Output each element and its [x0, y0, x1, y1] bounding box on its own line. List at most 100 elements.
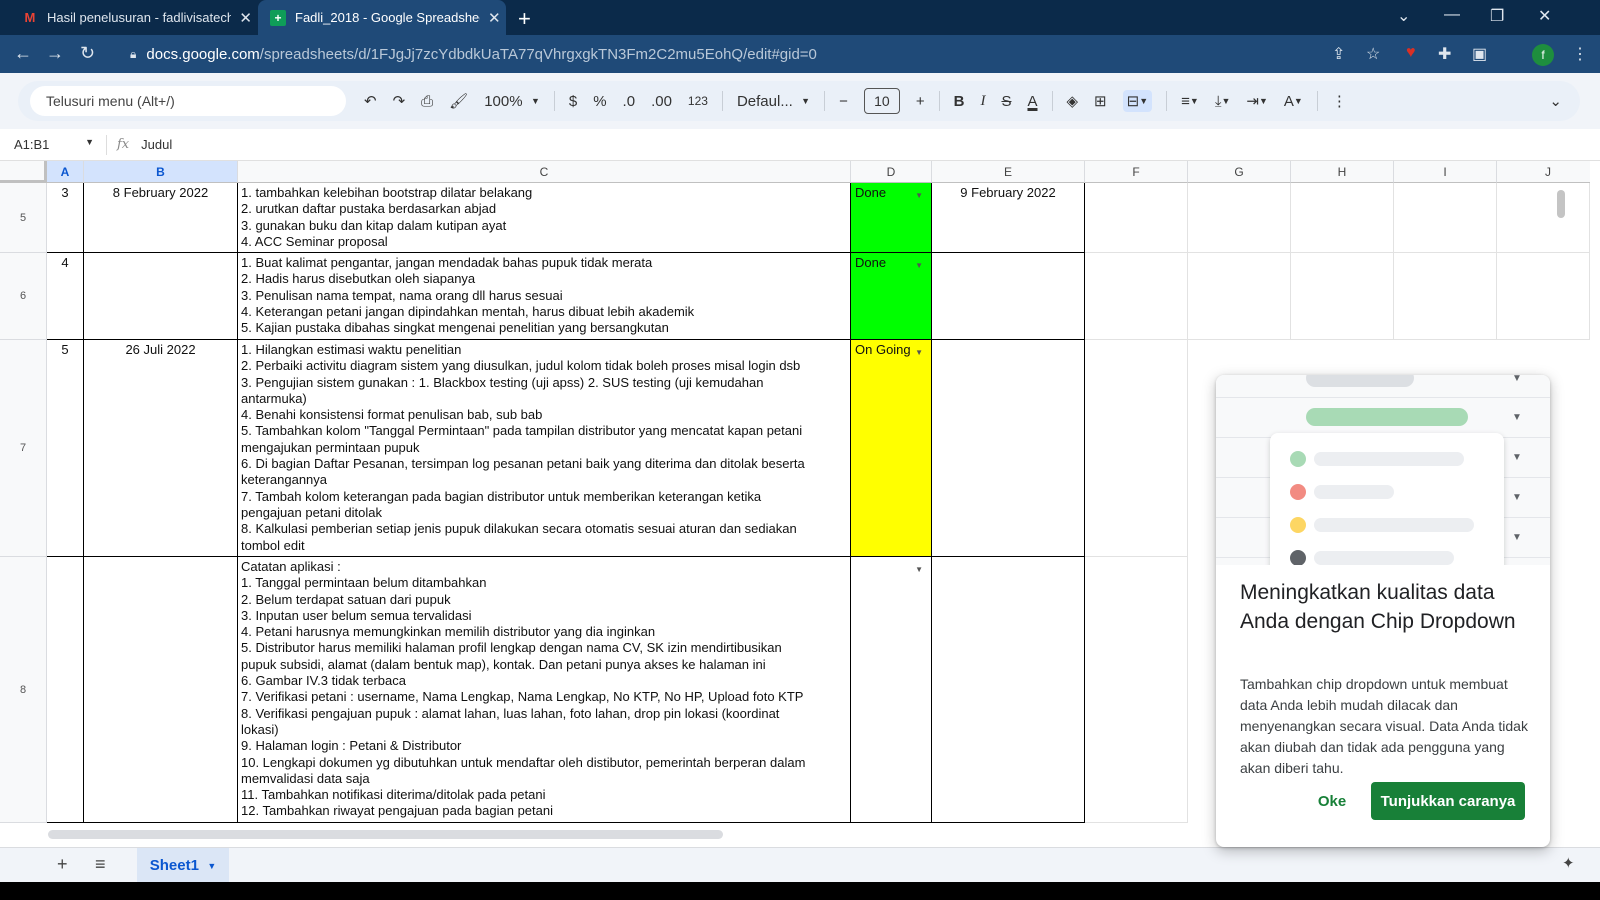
cell-number[interactable]: 5 [47, 340, 84, 557]
minimize-button[interactable]: — [1444, 6, 1460, 24]
chevron-down-icon[interactable]: ▼ [915, 258, 923, 274]
more-options-icon[interactable]: ⋮ [1332, 92, 1347, 110]
number-format-button[interactable]: 123 [688, 94, 708, 108]
empty-cell[interactable] [1188, 253, 1291, 340]
extensions-puzzle-icon[interactable]: ✚ [1438, 44, 1451, 64]
avatar[interactable]: f [1532, 44, 1554, 66]
cell-notes[interactable]: Catatan aplikasi : 1. Tanggal permintaan… [238, 557, 851, 823]
borders-icon[interactable]: ⊞ [1094, 92, 1107, 110]
empty-cell[interactable] [1291, 183, 1394, 253]
cell-done-date[interactable] [932, 557, 1085, 823]
column-header-f[interactable]: F [1085, 161, 1188, 183]
empty-cell[interactable] [1085, 557, 1188, 823]
all-sheets-menu-icon[interactable]: ≡ [95, 854, 106, 875]
browser-tab-gmail[interactable]: M Hasil penelusuran - fadlivisatech ✕ [12, 0, 252, 35]
column-header-d[interactable]: D [851, 161, 932, 183]
paint-format-icon[interactable]: 🖌︎ [449, 92, 468, 110]
cell-number[interactable] [47, 557, 84, 823]
font-size-increase-button[interactable]: + [916, 93, 925, 110]
currency-button[interactable]: $ [569, 93, 577, 110]
bookmark-star-icon[interactable]: ☆ [1366, 44, 1380, 64]
close-icon[interactable]: ✕ [239, 9, 252, 27]
column-header-i[interactable]: I [1394, 161, 1497, 183]
maximize-button[interactable]: ❐ [1490, 6, 1504, 26]
column-header-b[interactable]: B [84, 161, 238, 183]
decrease-decimal-button[interactable]: .0 [623, 93, 636, 110]
column-header-e[interactable]: E [932, 161, 1085, 183]
percent-button[interactable]: % [593, 93, 606, 110]
empty-cell[interactable] [1085, 183, 1188, 253]
side-panel-icon[interactable]: ▣ [1472, 44, 1487, 64]
tab-search-icon[interactable]: ⌄ [1397, 6, 1410, 26]
forward-button[interactable]: → [46, 43, 64, 64]
empty-cell[interactable] [1085, 253, 1188, 340]
horizontal-scrollbar[interactable] [48, 830, 723, 839]
back-button[interactable]: ← [14, 43, 32, 64]
status-dropdown-cell[interactable]: Done ▼ [851, 253, 932, 340]
row-header[interactable]: 5 [0, 183, 47, 253]
column-header-j[interactable]: J [1497, 161, 1590, 183]
vertical-scrollbar[interactable] [1557, 190, 1565, 218]
window-close-button[interactable]: ✕ [1538, 6, 1551, 26]
share-icon[interactable]: ⇪ [1332, 44, 1345, 64]
reload-button[interactable]: ↻ [80, 43, 95, 64]
cell-date[interactable]: 8 February 2022 [84, 183, 238, 253]
redo-icon[interactable]: ↷ [393, 92, 406, 110]
empty-cell[interactable] [1394, 183, 1497, 253]
url-field[interactable]: 🔒︎ docs.google.com /spreadsheets/d/1FJgJ… [118, 40, 1578, 68]
zoom-select[interactable]: 100% ▼ [484, 93, 540, 110]
cell-done-date[interactable] [932, 340, 1085, 557]
row-header[interactable]: 6 [0, 253, 47, 340]
text-color-button[interactable]: A [1027, 93, 1037, 110]
empty-cell[interactable] [1497, 253, 1590, 340]
cell-notes[interactable]: 1. Hilangkan estimasi waktu penelitian 2… [238, 340, 851, 557]
row-header[interactable]: 7 [0, 340, 47, 557]
font-size-input[interactable]: 10 [863, 88, 900, 114]
cell-date[interactable] [84, 253, 238, 340]
browser-tab-sheets[interactable]: + Fadli_2018 - Google Spreadsheet ✕ [258, 0, 506, 35]
status-dropdown-cell[interactable]: Done ▼ [851, 183, 932, 253]
print-icon[interactable]: ⎙ [421, 93, 433, 110]
empty-cell[interactable] [1188, 183, 1291, 253]
menu-dots-icon[interactable]: ⋮ [1572, 44, 1588, 64]
cell-done-date[interactable] [932, 253, 1085, 340]
empty-cell[interactable] [1497, 183, 1590, 253]
sheet-tab-sheet1[interactable]: Sheet1 ▼ [137, 848, 229, 883]
font-size-decrease-button[interactable]: − [839, 93, 848, 110]
column-header-g[interactable]: G [1188, 161, 1291, 183]
cell-done-date[interactable]: 9 February 2022 [932, 183, 1085, 253]
increase-decimal-button[interactable]: .00 [651, 93, 672, 110]
italic-button[interactable]: I [980, 93, 985, 110]
fill-color-icon[interactable]: ◈ [1067, 92, 1079, 110]
show-me-how-button[interactable]: Tunjukkan caranya [1371, 782, 1525, 820]
collapse-toolbar-icon[interactable]: ⌄ [1549, 92, 1562, 110]
text-wrap-icon[interactable]: ⇥ ▼ [1246, 92, 1268, 110]
ok-button[interactable]: Oke [1302, 782, 1362, 820]
cell-notes[interactable]: 1. tambahkan kelebihan bootstrap dilatar… [238, 183, 851, 253]
bold-button[interactable]: B [954, 93, 965, 110]
empty-cell[interactable] [1394, 253, 1497, 340]
row-header[interactable]: 8 [0, 557, 47, 823]
strikethrough-button[interactable]: S [1001, 93, 1011, 110]
extension-icon[interactable]: ♥ [1406, 44, 1416, 62]
cell-notes[interactable]: 1. Buat kalimat pengantar, jangan mendad… [238, 253, 851, 340]
chevron-down-icon[interactable]: ▼ [915, 345, 923, 361]
cell-number[interactable]: 4 [47, 253, 84, 340]
cell-date[interactable]: 26 Juli 2022 [84, 340, 238, 557]
column-header-a[interactable]: A [47, 161, 84, 183]
explore-icon[interactable]: ✦ [1562, 854, 1575, 872]
font-select[interactable]: Defaul... ▼ [737, 93, 810, 110]
name-box[interactable]: A1:B1 ▼ [0, 137, 100, 152]
undo-icon[interactable]: ↶ [364, 92, 377, 110]
empty-cell[interactable] [1291, 253, 1394, 340]
menu-search-input[interactable]: Telusuri menu (Alt+/) [30, 86, 346, 116]
column-header-h[interactable]: H [1291, 161, 1394, 183]
chevron-down-icon[interactable]: ▼ [915, 562, 923, 578]
horizontal-align-icon[interactable]: ≡ ▼ [1181, 93, 1199, 110]
cell-date[interactable] [84, 557, 238, 823]
add-sheet-button[interactable]: + [57, 854, 68, 875]
close-icon[interactable]: ✕ [488, 9, 501, 27]
status-dropdown-cell[interactable]: ▼ [851, 557, 932, 823]
formula-input[interactable]: Judul [141, 137, 172, 152]
new-tab-button[interactable]: + [518, 6, 531, 32]
